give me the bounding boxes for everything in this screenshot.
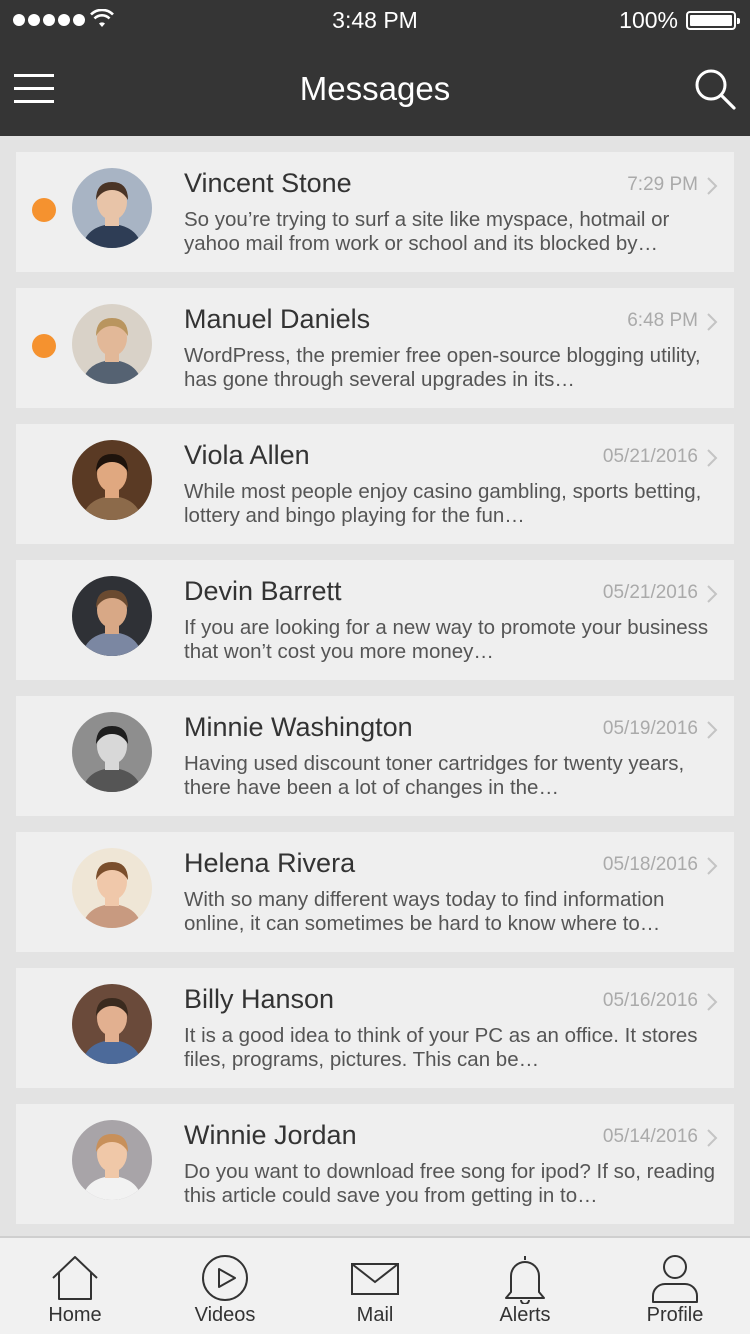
message-item[interactable]: Viola Allen 05/21/2016 While most people e… — [16, 424, 734, 544]
search-icon[interactable] — [694, 68, 736, 110]
tab-videos[interactable]: Videos — [150, 1238, 300, 1334]
message-date: 7:29 PM — [627, 174, 698, 195]
chevron-right-icon — [707, 585, 718, 603]
tab-label: Profile — [646, 1304, 704, 1326]
status-bar: 3:48 PM 100% — [0, 0, 750, 40]
message-date: 6:48 PM — [627, 310, 698, 331]
message-preview: WordPress, the premier free open-source … — [184, 344, 701, 391]
chevron-right-icon — [707, 449, 718, 467]
tab-label: Videos — [194, 1304, 256, 1326]
message-item[interactable]: Helena Rivera 05/18/2016 With so many diff… — [16, 832, 734, 952]
user-icon — [652, 1255, 698, 1303]
message-item[interactable]: Minnie Washington 05/19/2016 Having used d… — [16, 696, 734, 816]
message-date: 05/19/2016 — [602, 718, 698, 739]
message-item[interactable]: Devin Barrett 05/21/2016 If you are lookin… — [16, 560, 734, 680]
sender-name: Winnie Jordan — [184, 1120, 357, 1150]
chevron-right-icon — [707, 721, 718, 739]
avatar — [72, 440, 152, 520]
sender-name: Manuel Daniels — [184, 304, 371, 334]
message-preview: So you’re trying to surf a site like mys… — [184, 208, 670, 255]
tab-label: Alerts — [499, 1304, 551, 1326]
chevron-right-icon — [707, 993, 718, 1011]
message-preview: Having used discount toner cartridges fo… — [184, 752, 685, 799]
message-date: 05/21/2016 — [602, 446, 698, 467]
battery-icon — [686, 11, 740, 30]
home-icon — [52, 1256, 98, 1300]
battery-percentage: 100% — [619, 7, 678, 33]
message-item[interactable]: Winnie Jordan 05/14/2016 Do you want to do… — [16, 1104, 734, 1224]
app-header: 3:48 PM 100% Messages — [0, 0, 750, 136]
message-preview: It is a good idea to think of your PC as… — [184, 1024, 698, 1071]
message-list: Vincent Stone 7:29 PM So you’re trying to … — [16, 152, 734, 1240]
message-date: 05/16/2016 — [602, 990, 698, 1011]
tab-home[interactable]: Home — [0, 1238, 150, 1334]
sender-name: Viola Allen — [184, 440, 310, 470]
messages-screen: 3:48 PM 100% Messages Vincent Stone 7:29 … — [0, 0, 750, 1334]
message-item[interactable]: Vincent Stone 7:29 PM So you’re trying to … — [16, 152, 734, 272]
sender-name: Devin Barrett — [184, 576, 342, 606]
tab-label: Home — [48, 1304, 102, 1326]
unread-indicator — [32, 198, 56, 222]
message-date: 05/18/2016 — [602, 854, 698, 875]
page-title: Messages — [299, 70, 451, 107]
avatar — [72, 1120, 152, 1200]
tab-bar: Home Videos Mail Alerts Profile — [0, 1236, 750, 1334]
avatar — [72, 304, 152, 384]
sender-name: Minnie Washington — [184, 712, 413, 742]
message-date: 05/14/2016 — [602, 1126, 698, 1147]
avatar — [72, 712, 152, 792]
avatar — [72, 168, 152, 248]
bell-icon — [505, 1256, 545, 1304]
chevron-right-icon — [707, 1129, 718, 1147]
message-date: 05/21/2016 — [602, 582, 698, 603]
message-preview: With so many different ways today to fin… — [184, 888, 665, 935]
play-circle-icon — [202, 1255, 248, 1301]
message-preview: While most people enjoy casino gambling,… — [184, 480, 702, 527]
message-preview: Do you want to download free song for ip… — [184, 1160, 716, 1207]
chevron-right-icon — [707, 313, 718, 331]
unread-indicator — [32, 334, 56, 358]
avatar — [72, 984, 152, 1064]
sender-name: Billy Hanson — [184, 984, 335, 1014]
sender-name: Helena Rivera — [184, 848, 356, 878]
message-preview: If you are looking for a new way to prom… — [184, 616, 709, 663]
chevron-right-icon — [707, 857, 718, 875]
message-item[interactable]: Billy Hanson 05/16/2016 It is a good idea … — [16, 968, 734, 1088]
tab-profile[interactable]: Profile — [600, 1238, 750, 1334]
tab-alerts[interactable]: Alerts — [450, 1238, 600, 1334]
tab-label: Mail — [356, 1304, 394, 1326]
chevron-right-icon — [707, 177, 718, 195]
avatar — [72, 576, 152, 656]
sender-name: Vincent Stone — [184, 168, 352, 198]
tab-mail[interactable]: Mail — [300, 1238, 450, 1334]
message-item[interactable]: Manuel Daniels 6:48 PM WordPress, the prem… — [16, 288, 734, 408]
mail-icon — [351, 1263, 399, 1295]
avatar — [72, 848, 152, 928]
